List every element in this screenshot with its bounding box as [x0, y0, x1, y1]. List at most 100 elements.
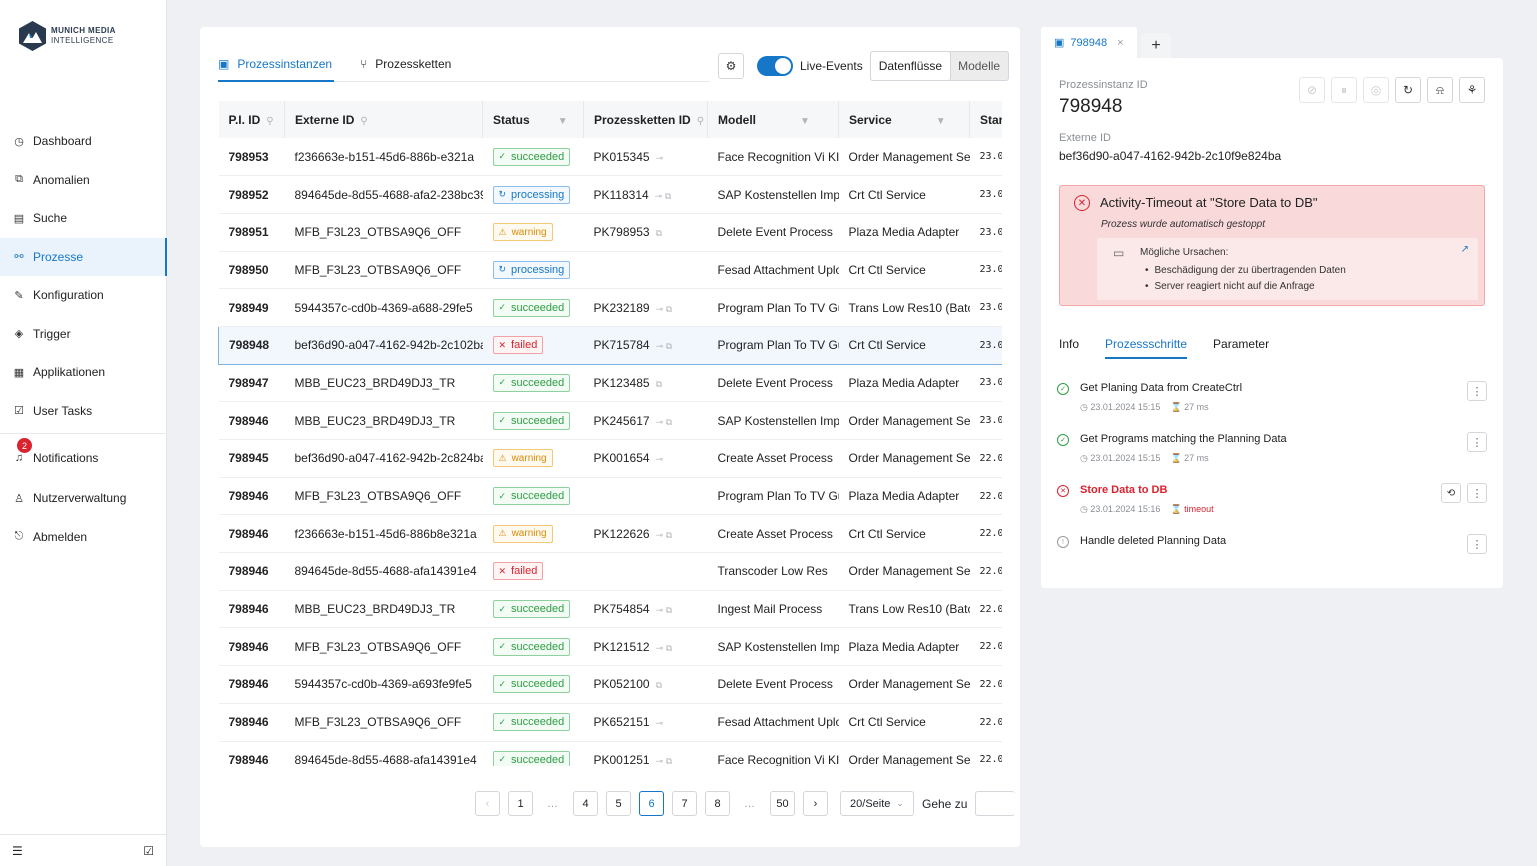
page-button[interactable]: 1 — [508, 791, 533, 816]
chain-link-icon[interactable]: ⧉ — [656, 379, 662, 389]
settings-button[interactable]: ⚙ — [718, 52, 744, 79]
collapse-menu-icon[interactable]: ☰ — [12, 844, 23, 858]
table-row[interactable]: 798953 f236663e-b151-45d6-886b-e321a ✓ succ… — [218, 138, 1002, 177]
nav-konfiguration[interactable]: ✎ Konfiguration — [0, 276, 167, 315]
table-row[interactable]: 798946 5944357c-cd0b-4369-a693fe9fe5 ✓ succ… — [218, 665, 1002, 704]
nav-nutzerverwaltung[interactable]: ♙ Nutzerverwaltung — [0, 479, 167, 518]
table-row[interactable]: 798948 bef36d90-a047-4162-942b-2c102ba ✕ fa… — [218, 325, 1002, 365]
filter-icon[interactable]: ▼ — [558, 116, 568, 127]
next-page-button[interactable]: › — [803, 791, 828, 816]
col-modell[interactable]: Modell ▼ — [707, 101, 839, 138]
table-row[interactable]: 798952 894645de-8d55-4688-afa2-238bc39 ↻ pr… — [218, 175, 1002, 214]
retry-button[interactable]: ⟲ — [1441, 483, 1461, 503]
table-row[interactable]: 798949 5944357c-cd0b-4369-a688-29fe5 ✓ succ… — [218, 288, 1002, 327]
chain-link-icon[interactable]: ⊸ ⧉ — [655, 191, 671, 201]
page-button[interactable]: 6 — [639, 791, 664, 816]
chain-link-icon[interactable]: ⊸ — [656, 718, 664, 728]
table-row[interactable]: 798950 MFB_F3L23_OTBSA9Q6_OFF ↻ processing F… — [218, 251, 1002, 290]
nav-notifications[interactable]: ♫ 2 Notifications — [0, 437, 167, 479]
chain-link-icon[interactable]: ⊸ ⧉ — [656, 756, 672, 766]
seg-modelle[interactable]: Modelle — [950, 52, 1008, 80]
chain-link-icon[interactable]: ⊸ — [656, 153, 664, 163]
col-status[interactable]: Status ▼ — [482, 101, 584, 138]
step-more-button[interactable]: ⋮ — [1467, 534, 1487, 554]
filter-icon[interactable]: ▼ — [800, 116, 810, 127]
step-more-button[interactable]: ⋮ — [1467, 432, 1487, 452]
cancel-button[interactable]: ⊘ — [1299, 77, 1325, 103]
search-icon[interactable]: ⚲ — [697, 116, 704, 127]
chain-link-icon[interactable]: ⊸ ⧉ — [656, 605, 672, 615]
chain-link-icon[interactable]: ⊸ ⧉ — [656, 341, 672, 351]
chain-link-icon[interactable]: ⊸ — [656, 454, 664, 464]
goto-input[interactable] — [975, 791, 1016, 816]
nav-dashboard[interactable]: ◷ Dashboard — [0, 122, 167, 161]
live-events-toggle[interactable] — [757, 55, 793, 76]
chain-link-icon[interactable]: ⊸ ⧉ — [656, 530, 672, 540]
add-tab-button[interactable]: + — [1141, 33, 1171, 58]
page-button[interactable]: 50 — [770, 791, 795, 816]
table-row[interactable]: 798946 MBB_EUC23_BRD49DJ3_TR ✓ succeeded PK7… — [218, 590, 1002, 629]
search-icon[interactable]: ⚲ — [266, 116, 273, 127]
close-icon[interactable]: × — [1117, 37, 1123, 49]
table-row[interactable]: 798946 f236663e-b151-45d6-886b8e321a ⚠ warn… — [218, 514, 1002, 554]
process-step: ! Handle deleted Planning Data ⋮ — [1057, 529, 1487, 580]
tab-info[interactable]: Info — [1059, 329, 1079, 359]
table-row[interactable]: 798946 MBB_EUC23_BRD49DJ3_TR ✓ succeeded PK2… — [218, 401, 1002, 440]
chain-link-icon[interactable]: ⊸ ⧉ — [656, 643, 672, 653]
page-button[interactable]: 8 — [705, 791, 730, 816]
external-link-icon[interactable]: ↗ — [1461, 244, 1469, 255]
table-row[interactable]: 798951 MFB_F3L23_OTBSA9Q6_OFF ⚠ warning PK79… — [218, 213, 1002, 252]
restart-button[interactable]: ↻ — [1395, 77, 1421, 103]
col-service[interactable]: Service ▼ — [838, 101, 970, 138]
page-button[interactable]: 7 — [672, 791, 697, 816]
chain-link-icon[interactable]: ⊸ ⧉ — [656, 304, 672, 314]
nav-applikationen[interactable]: ▦ Applikationen — [0, 353, 167, 392]
nav-abmelden[interactable]: ⎋ Abmelden — [0, 518, 167, 557]
nav-user-tasks[interactable]: ☑ User Tasks — [0, 392, 167, 431]
table-row[interactable]: 798946 894645de-8d55-4688-afa14391e4 ✕ fail… — [218, 552, 1002, 591]
chain-link-icon[interactable]: ⧉ — [656, 680, 662, 690]
tab-prozessketten[interactable]: ⑂ Prozessketten — [360, 51, 451, 82]
col-prozessketten-id[interactable]: Prozessketten ID ⚲ — [583, 101, 708, 138]
col-externe-id[interactable]: Externe ID ⚲ — [284, 101, 483, 138]
step-more-button[interactable]: ⋮ — [1467, 483, 1487, 503]
table-row[interactable]: 798946 MFB_F3L23_OTBSA9Q6_OFF ✓ succeeded PK… — [218, 627, 1002, 667]
table-row[interactable]: 798946 MFB_F3L23_OTBSA9Q6_OFF ✓ succeeded Pr… — [218, 477, 1002, 516]
book-icon: ▭ — [1113, 246, 1125, 260]
nav-anomalien[interactable]: ⧉ Anomalien — [0, 161, 167, 200]
nav-prozesse[interactable]: ⚯ Prozesse — [0, 237, 167, 276]
tab-prozessschritte[interactable]: Prozessschritte — [1105, 329, 1188, 359]
chain-link-icon[interactable]: ⧉ — [656, 228, 662, 238]
detail-tab[interactable]: ▣ 798948 × — [1041, 27, 1137, 58]
logo[interactable]: MUNICH MEDIA INTELLIGENCE — [19, 21, 116, 51]
pagination-ellipsis[interactable]: … — [738, 798, 762, 810]
pause-button[interactable]: ⏸ — [1331, 77, 1357, 103]
hierarchy-button[interactable]: ⚘ — [1459, 77, 1485, 103]
col-pi-id[interactable]: P.I. ID ⚲ — [218, 101, 285, 138]
col-start[interactable]: Start — [969, 101, 1002, 138]
page-size-select[interactable]: 20/Seite ⌄ — [840, 791, 914, 816]
pk-id-cell: PK122626 ⊸ ⧉ — [583, 514, 708, 554]
chain-link-icon[interactable]: ⊸ ⧉ — [656, 417, 672, 427]
seg-datenfluesse[interactable]: Datenflüsse — [870, 51, 951, 80]
table-row[interactable]: 798947 MBB_EUC23_BRD49DJ3_TR ✓ succeeded PK1… — [218, 364, 1002, 403]
table-row[interactable]: 798945 bef36d90-a047-4162-942b-2c824ba ⚠ wa… — [218, 439, 1002, 478]
pk-id: PK123485 — [593, 375, 650, 390]
nav-trigger[interactable]: ◈ Trigger — [0, 315, 167, 354]
nav-divider — [0, 433, 167, 434]
alarm-button[interactable]: ⍾ — [1427, 77, 1453, 103]
page-button[interactable]: 5 — [606, 791, 631, 816]
checklist-icon[interactable]: ☑ — [143, 844, 154, 858]
tab-parameter[interactable]: Parameter — [1213, 329, 1269, 359]
prev-page-button[interactable]: ‹ — [475, 791, 500, 816]
search-icon[interactable]: ⚲ — [360, 116, 367, 127]
table-row[interactable]: 798946 894645de-8d55-4688-afa14391e4 ✓ succ… — [218, 741, 1002, 766]
table-row[interactable]: 798946 MFB_F3L23_OTBSA9Q6_OFF ✓ succeeded PK… — [218, 703, 1002, 742]
pagination-ellipsis[interactable]: … — [541, 798, 565, 810]
filter-icon[interactable]: ▼ — [936, 116, 946, 127]
tab-prozessinstanzen[interactable]: ▣ Prozessinstanzen — [218, 51, 335, 82]
stop-button[interactable]: ◎ — [1363, 77, 1389, 103]
step-more-button[interactable]: ⋮ — [1467, 381, 1487, 401]
page-button[interactable]: 4 — [573, 791, 598, 816]
nav-suche[interactable]: ▤ Suche — [0, 199, 167, 238]
